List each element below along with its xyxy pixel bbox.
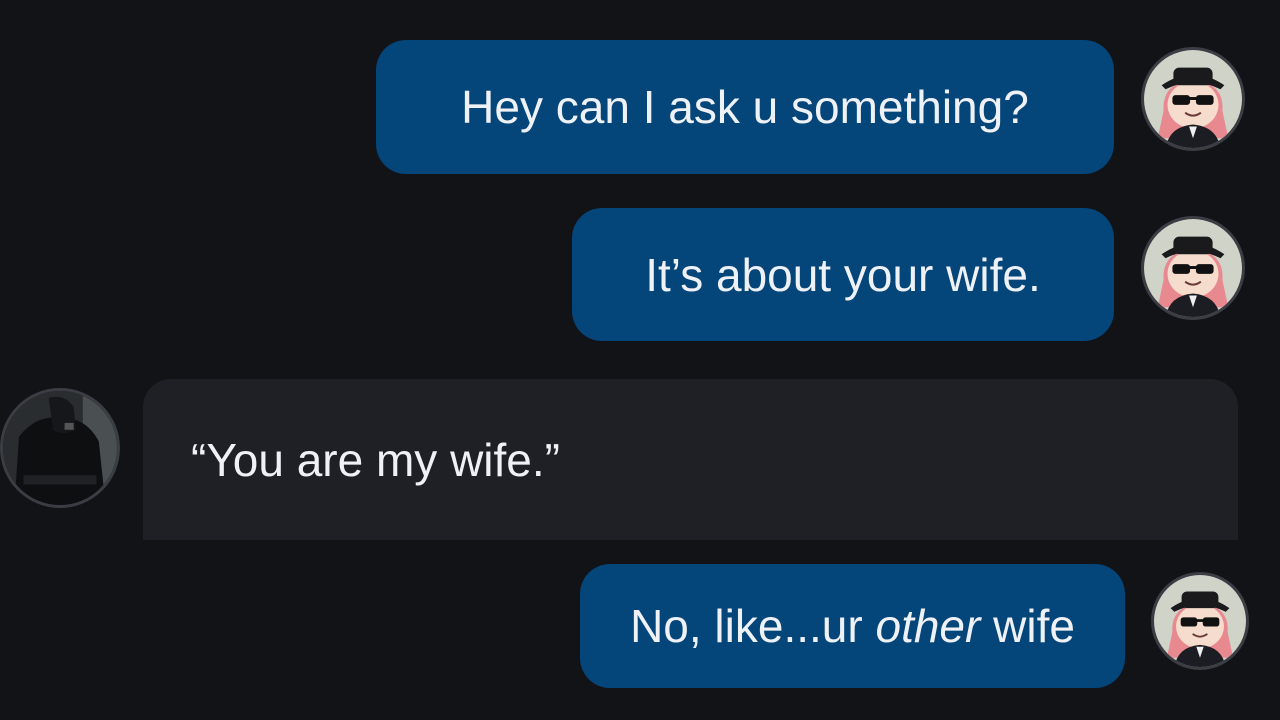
message-text-emphasis: other [875,600,981,652]
anime-girl-sunglasses-icon [1144,50,1242,148]
message-text: Hey can I ask u something? [461,81,1029,133]
message-bubble-outgoing[interactable]: Hey can I ask u something? [376,40,1114,174]
sender-avatar-me[interactable] [1141,216,1245,320]
sender-avatar-me[interactable] [1141,47,1245,151]
anime-girl-sunglasses-icon [1154,575,1246,667]
message-bubble-incoming[interactable]: “You are my wife.” [143,379,1238,540]
message-text-part: wife [980,600,1075,652]
message-text: It’s about your wife. [645,248,1041,301]
sender-avatar-me[interactable] [1151,572,1249,670]
message-text-part: No, like...ur [630,600,876,652]
anime-girl-sunglasses-icon [1144,219,1242,317]
message-text: “You are my wife.” [191,433,560,486]
message-text: No, like...ur other wife [630,599,1075,653]
sender-avatar-other[interactable] [0,388,120,508]
man-in-black-icon [3,391,117,505]
message-bubble-outgoing[interactable]: No, like...ur other wife [580,564,1125,688]
message-bubble-outgoing[interactable]: It’s about your wife. [572,208,1114,341]
